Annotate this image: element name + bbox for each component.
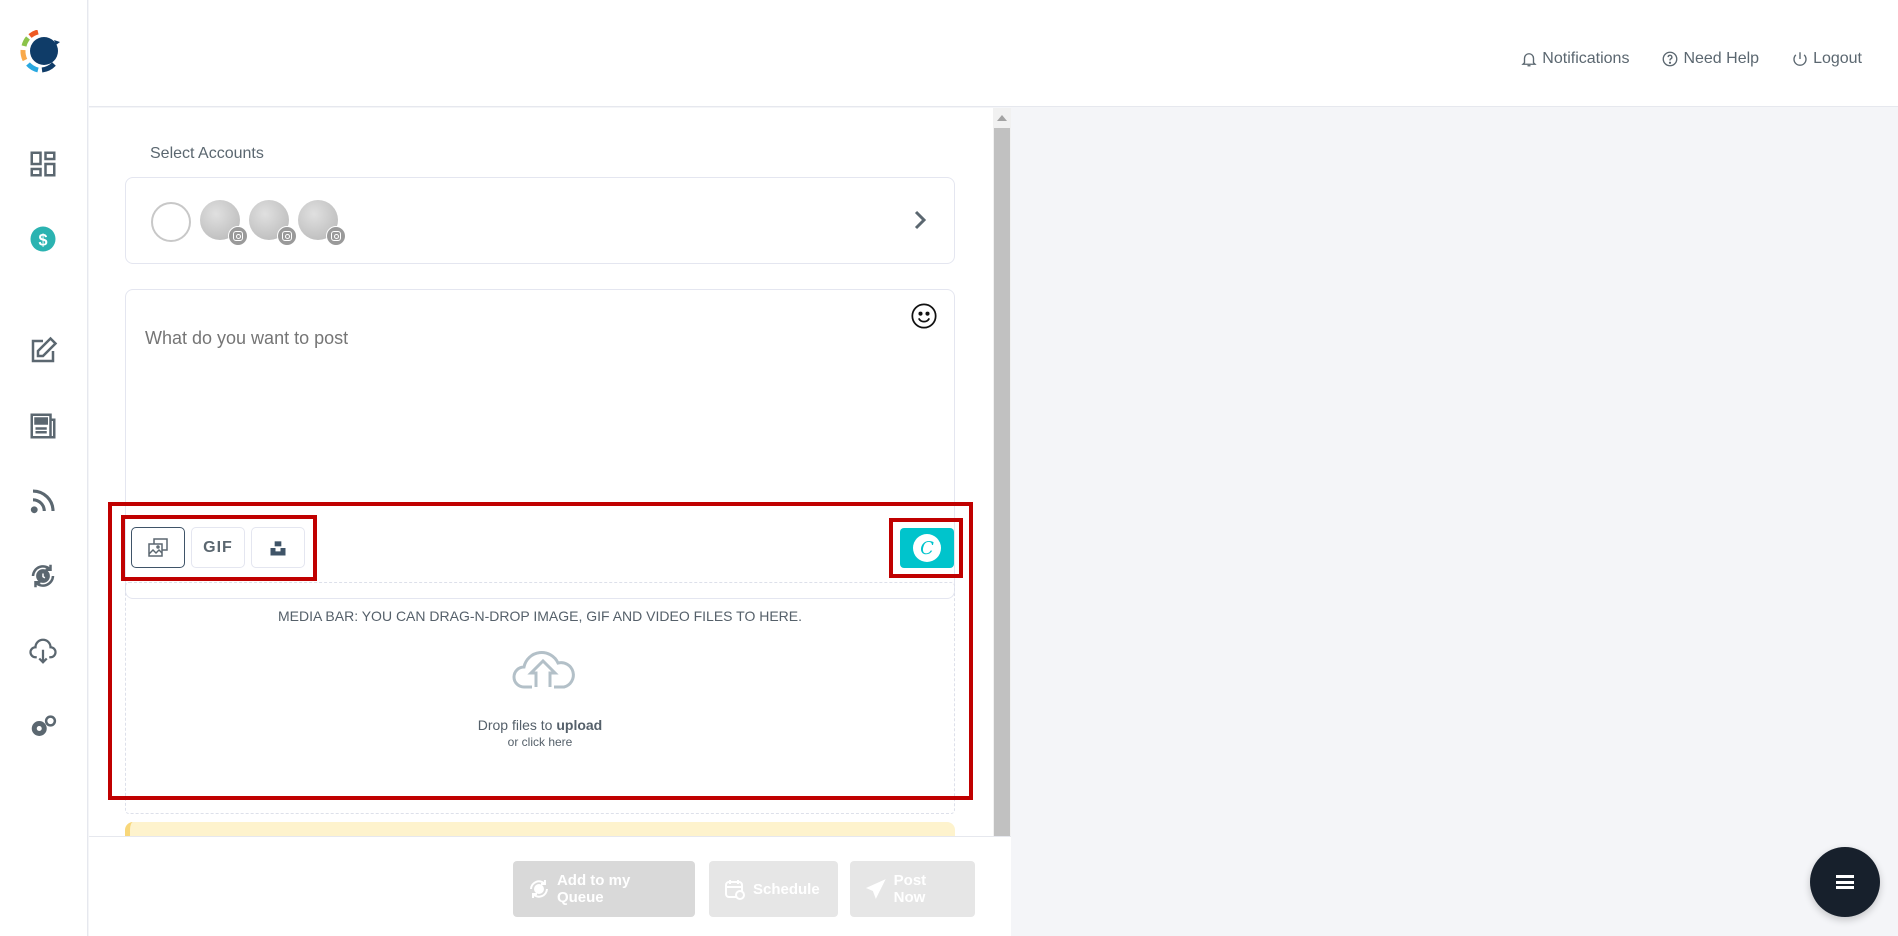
select-all-avatar[interactable] (151, 202, 191, 242)
menu-fab-button[interactable] (1810, 847, 1880, 917)
emoji-icon[interactable] (910, 302, 938, 330)
svg-text:$: $ (38, 231, 47, 249)
dashboard-grid-icon (30, 151, 56, 177)
instagram-icon (277, 226, 297, 246)
panel-scrollbar[interactable] (993, 108, 1011, 836)
post-now-label: Post Now (893, 872, 927, 906)
account-avatar[interactable] (200, 200, 248, 246)
sidebar-item-dashboard[interactable] (26, 147, 60, 181)
sidebar-item-rss[interactable] (26, 484, 60, 518)
sidebar-item-import[interactable] (26, 634, 60, 668)
instagram-icon (326, 226, 346, 246)
highlight-media-buttons (121, 515, 317, 581)
need-help-link[interactable]: Need Help (1661, 50, 1759, 68)
cloud-download-icon (29, 638, 57, 664)
add-to-queue-button[interactable]: Add to my Queue (513, 861, 695, 917)
scroll-up-arrow[interactable] (997, 115, 1007, 121)
account-avatar[interactable] (298, 200, 346, 246)
highlight-canva-button (889, 518, 963, 578)
select-accounts-label: Select Accounts (150, 145, 264, 162)
sidebar-item-billing[interactable]: $ (26, 222, 60, 256)
recurring-clock-icon (31, 564, 55, 588)
accounts-selector[interactable] (125, 177, 955, 264)
schedule-button[interactable]: Schedule (709, 861, 838, 917)
calendar-clock-icon (725, 880, 745, 900)
hamburger-icon (1836, 875, 1854, 889)
edit-icon (31, 336, 58, 363)
sidebar-item-queue[interactable] (26, 559, 60, 593)
notifications-link[interactable]: Notifications (1520, 50, 1629, 68)
top-nav: Notifications Need Help Logout (1520, 50, 1862, 68)
account-avatar[interactable] (249, 200, 297, 246)
composer-panel: Select Accounts MEDIA BAR: YOU CAN DRAG-… (89, 108, 1011, 836)
instagram-icon (228, 226, 248, 246)
rss-icon (30, 489, 55, 514)
action-bar: Add to my Queue Schedule Post Now (89, 836, 1011, 936)
post-now-button[interactable]: Post Now (850, 861, 975, 917)
scroll-thumb[interactable] (994, 128, 1010, 836)
warning-notice (125, 822, 955, 836)
add-to-queue-label: Add to my Queue (556, 872, 631, 906)
send-icon (865, 879, 886, 899)
newspaper-icon (30, 413, 56, 439)
sidebar: $ (0, 0, 88, 936)
power-icon (1793, 52, 1807, 66)
logout-label: Logout (1813, 50, 1862, 67)
post-text-input[interactable] (145, 328, 845, 349)
schedule-label: Schedule (753, 880, 820, 898)
chevron-right-icon[interactable] (908, 206, 932, 234)
recurring-clock-icon (529, 880, 548, 898)
gears-icon (31, 715, 57, 736)
sidebar-item-posts[interactable] (26, 409, 60, 443)
bell-icon (1521, 53, 1537, 67)
top-bar: Notifications Need Help Logout (89, 0, 1898, 107)
help-circle-icon (1663, 51, 1678, 67)
sidebar-item-compose[interactable] (26, 334, 60, 368)
notifications-label: Notifications (1542, 50, 1630, 67)
need-help-label: Need Help (1683, 50, 1760, 67)
app-logo[interactable] (20, 30, 64, 74)
sidebar-item-settings[interactable] (26, 709, 60, 743)
dollar-badge-icon: $ (30, 226, 56, 252)
logout-link[interactable]: Logout (1791, 50, 1862, 68)
